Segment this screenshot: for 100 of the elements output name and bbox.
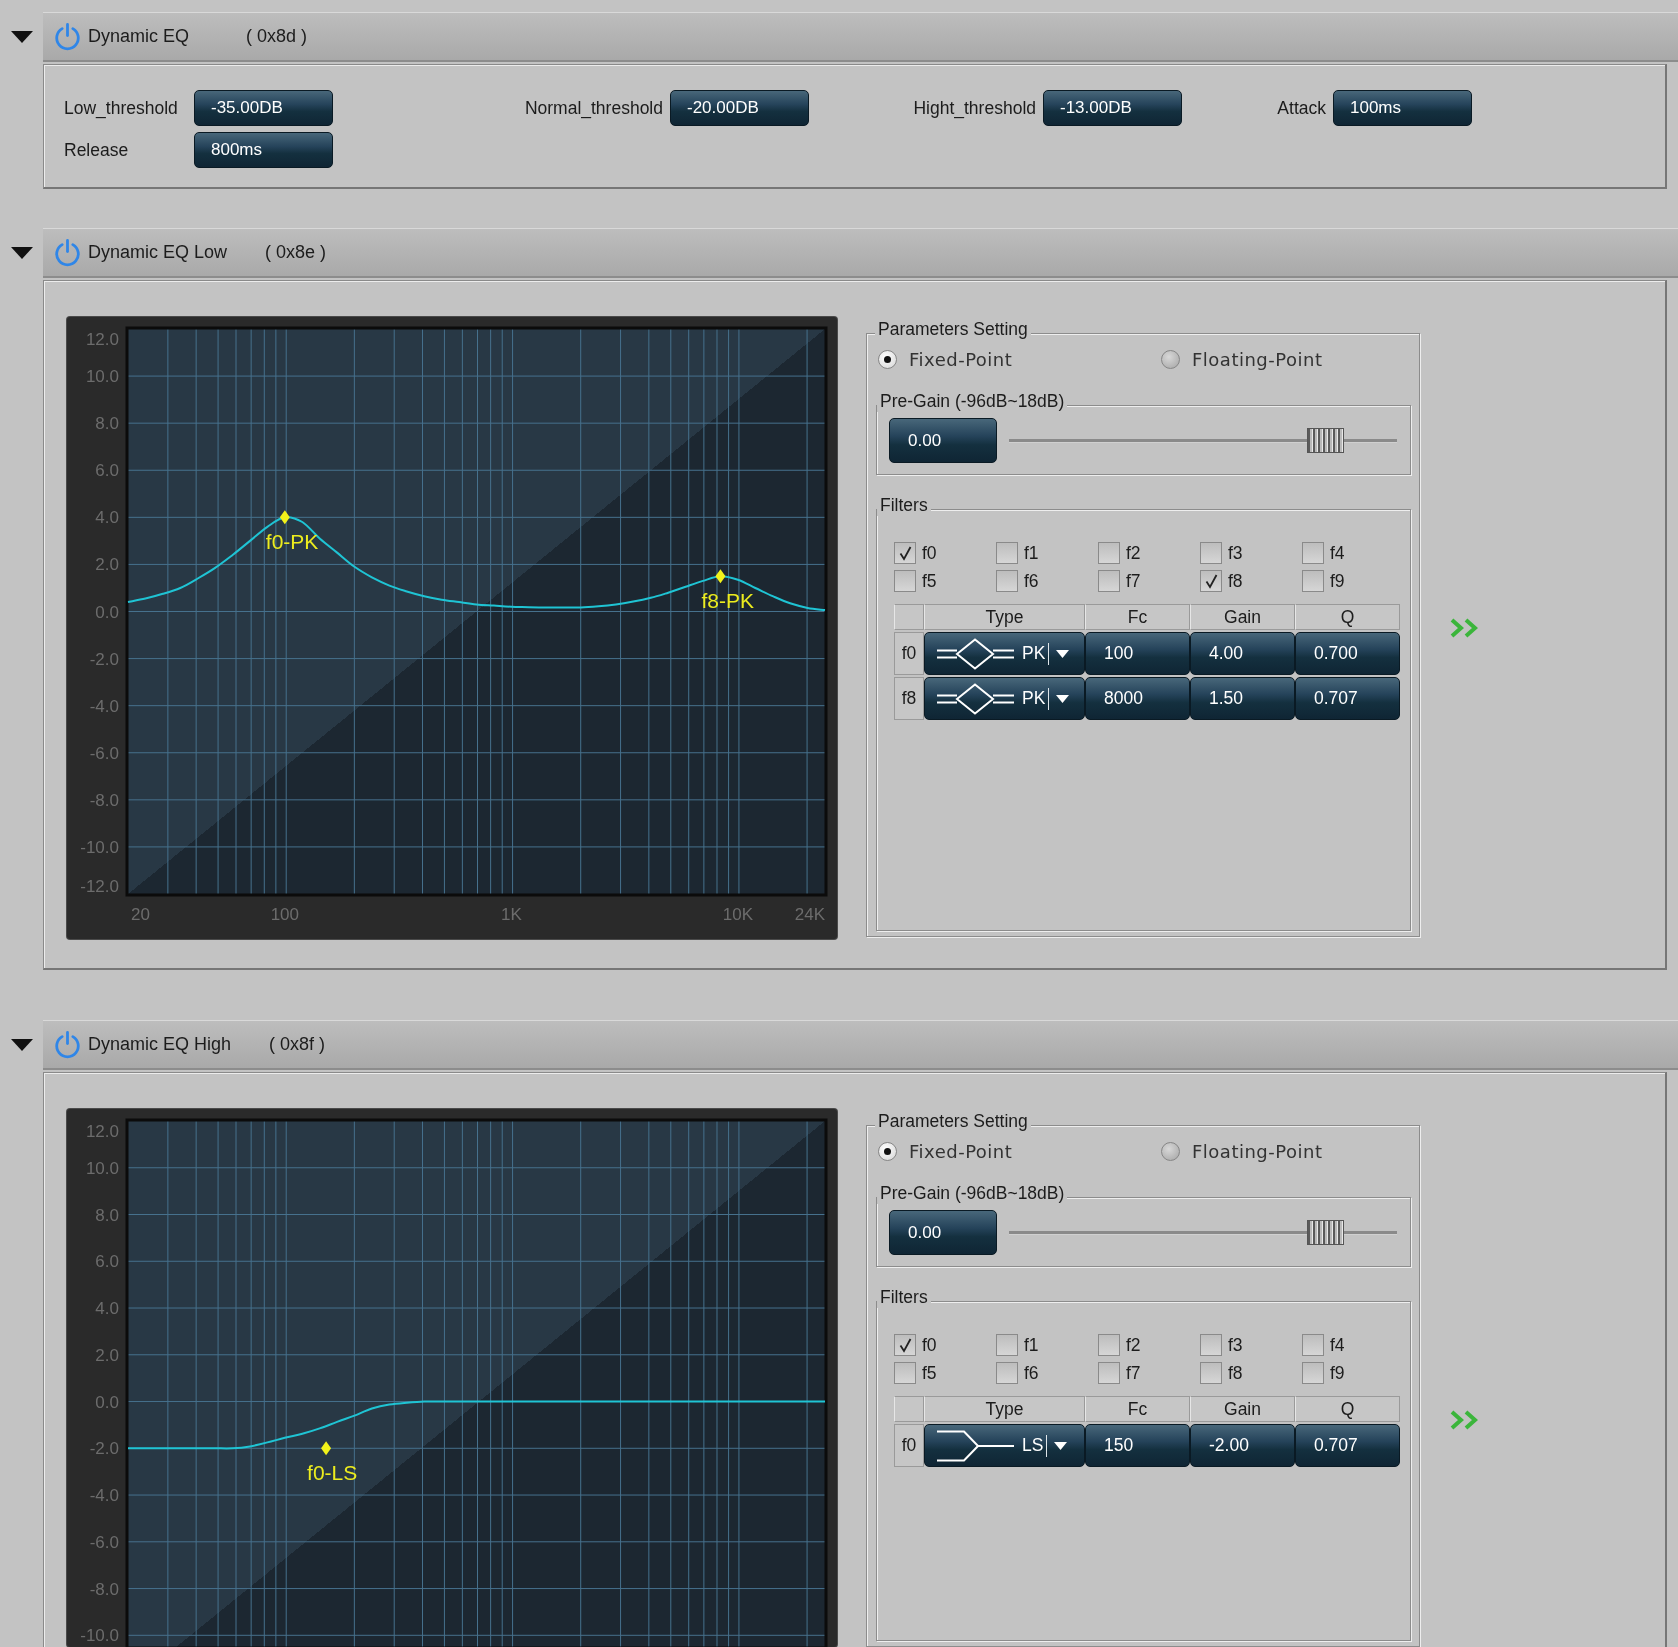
checkbox[interactable] (1302, 570, 1324, 592)
value-field[interactable]: 800ms (194, 132, 333, 168)
checkbox[interactable] (996, 1362, 1018, 1384)
y-tick-label: 0.0 (95, 602, 119, 622)
checkbox[interactable] (1098, 542, 1120, 564)
radio-button[interactable] (878, 1141, 897, 1161)
field-label: Release (64, 139, 130, 161)
double-chevron-icon[interactable] (1450, 618, 1479, 638)
power-icon[interactable] (54, 238, 81, 267)
value-field[interactable]: 4.00 (1190, 632, 1295, 675)
checkbox-label: f9 (1330, 1362, 1345, 1384)
y-tick-label: -2.0 (89, 1439, 119, 1459)
checkbox[interactable] (894, 570, 916, 592)
value-field[interactable]: 8000 (1085, 677, 1190, 720)
y-tick-label: 4.0 (95, 1299, 119, 1318)
y-tick-label: 8.0 (95, 414, 119, 434)
y-tick-label: -12.0 (80, 877, 119, 896)
checkbox[interactable] (1302, 1362, 1324, 1384)
column-header: Fc (1085, 604, 1190, 630)
triangle-icon[interactable] (11, 1039, 33, 1051)
peak-filter-icon (937, 682, 1014, 715)
value-field[interactable]: 100ms (1333, 90, 1472, 126)
checkbox-label: f9 (1330, 570, 1345, 592)
checkbox[interactable] (996, 1334, 1018, 1356)
field-label: Hight_threshold (913, 97, 1037, 119)
checkbox-label: f6 (1024, 570, 1039, 592)
hex-code-label: ( 0x8e ) (265, 242, 327, 263)
checkbox[interactable] (1098, 1362, 1120, 1384)
marker-label: f8-PK (701, 589, 754, 613)
value-field[interactable]: 1.50 (1190, 677, 1295, 720)
triangle-icon[interactable] (11, 247, 33, 259)
column-header: Q (1295, 1396, 1400, 1422)
checkbox-label: f0 (922, 1334, 937, 1356)
double-chevron-icon[interactable] (1450, 1410, 1479, 1430)
pre-gain-slider[interactable] (1009, 428, 1397, 453)
y-tick-label: 12.0 (85, 1122, 119, 1141)
value-field[interactable]: 150 (1085, 1424, 1190, 1467)
y-tick-label: -4.0 (89, 1486, 119, 1506)
value-field[interactable]: 100 (1085, 632, 1190, 675)
checkbox[interactable] (1098, 570, 1120, 592)
x-tick-label: 24K (794, 905, 825, 924)
row-header: f0 (894, 1424, 924, 1467)
value-field[interactable]: -13.00DB (1043, 90, 1182, 126)
checkbox[interactable] (894, 542, 916, 564)
pre-gain-field[interactable]: 0.00 (889, 418, 997, 463)
y-tick-label: 12.0 (85, 330, 119, 349)
pre-gain-slider[interactable] (1009, 1220, 1397, 1245)
filter-type-dropdown[interactable]: LS (924, 1424, 1085, 1467)
check-icon (898, 1337, 912, 1353)
triangle-icon[interactable] (11, 31, 33, 43)
checkbox-label: f0 (922, 542, 937, 564)
pre-gain-field[interactable]: 0.00 (889, 1210, 997, 1255)
value-field[interactable]: 0.707 (1295, 1424, 1400, 1467)
checkbox[interactable] (1200, 1334, 1222, 1356)
caret-icon (1054, 1441, 1068, 1450)
slider-thumb[interactable] (1307, 428, 1345, 453)
diamond-marker-icon[interactable] (321, 1441, 332, 1456)
checkbox[interactable] (996, 570, 1018, 592)
checkbox[interactable] (894, 1334, 916, 1356)
value-field[interactable]: -20.00DB (670, 90, 809, 126)
slider-thumb[interactable] (1307, 1220, 1345, 1245)
checkbox-label: f7 (1126, 570, 1141, 592)
y-tick-label: 0.0 (95, 1392, 119, 1412)
checkbox[interactable] (996, 542, 1018, 564)
section-title: Dynamic EQ Low (88, 242, 228, 263)
checkbox[interactable] (1200, 570, 1222, 592)
corner-header (894, 604, 924, 630)
power-icon[interactable] (54, 22, 81, 51)
checkbox-label: f6 (1024, 1362, 1039, 1384)
filter-type-dropdown[interactable]: PK (924, 677, 1085, 720)
field-label: Attack (1277, 97, 1327, 119)
peak-filter-icon (937, 637, 1014, 670)
checkbox[interactable] (1200, 542, 1222, 564)
y-tick-label: -8.0 (89, 790, 119, 810)
y-tick-label: 10.0 (85, 1158, 119, 1178)
checkbox[interactable] (894, 1362, 916, 1384)
y-tick-label: -6.0 (89, 1532, 119, 1552)
checkbox[interactable] (1098, 1334, 1120, 1356)
value-field[interactable]: 0.700 (1295, 632, 1400, 675)
checkbox-label: f2 (1126, 542, 1141, 564)
value-field[interactable]: 0.707 (1295, 677, 1400, 720)
checkbox[interactable] (1302, 542, 1324, 564)
checkbox-label: f3 (1228, 1334, 1243, 1356)
checkbox[interactable] (1302, 1334, 1324, 1356)
checkbox-label: f4 (1330, 542, 1345, 564)
check-icon (898, 545, 912, 561)
radio-button[interactable] (1161, 1141, 1180, 1161)
filter-type-dropdown[interactable]: PK (924, 632, 1085, 675)
row-header: f0 (894, 632, 924, 675)
column-header: Fc (1085, 1396, 1190, 1422)
value-field[interactable]: -35.00DB (194, 90, 333, 126)
diamond-marker-icon[interactable] (279, 510, 290, 525)
y-tick-label: 8.0 (95, 1205, 119, 1225)
diamond-marker-icon[interactable] (715, 569, 726, 584)
radio-button[interactable] (1161, 349, 1180, 369)
radio-button[interactable] (878, 349, 897, 369)
checkbox[interactable] (1200, 1362, 1222, 1384)
power-icon[interactable] (54, 1030, 81, 1059)
value-field[interactable]: -2.00 (1190, 1424, 1295, 1467)
y-tick-label: -10.0 (80, 837, 119, 857)
